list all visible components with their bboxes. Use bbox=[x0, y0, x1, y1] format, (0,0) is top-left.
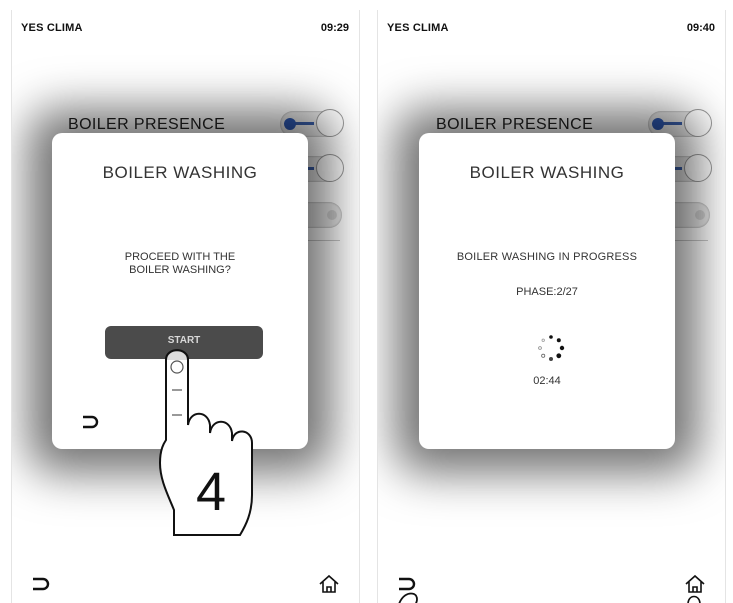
boiler-washing-progress-dialog: BOILER WASHING BOILER WASHING IN PROGRES… bbox=[419, 133, 675, 449]
right-screen: YES CLIMA 09:40 BOILER PRESENCE BOILER W… bbox=[377, 10, 726, 603]
left-screen: YES CLIMA 09:29 BOILER PRESENCE BOILER W… bbox=[11, 10, 360, 603]
pointing-hand-icon bbox=[687, 595, 701, 603]
boiler-presence-label: BOILER PRESENCE bbox=[436, 116, 594, 133]
pointing-hand-icon: 4 bbox=[158, 349, 253, 536]
step-number: 4 bbox=[196, 462, 226, 522]
loading-spinner-icon bbox=[538, 335, 565, 361]
back-arrow-icon[interactable] bbox=[396, 575, 418, 593]
dialog-title: BOILER WASHING bbox=[469, 163, 625, 182]
washing-status-text: BOILER WASHING IN PROGRESS bbox=[456, 251, 638, 263]
phase-indicator: PHASE:2/27 bbox=[516, 286, 578, 298]
clock: 09:40 bbox=[686, 22, 715, 34]
clock: 09:29 bbox=[320, 22, 349, 34]
back-arrow-icon[interactable] bbox=[80, 413, 100, 429]
dialog-title: BOILER WASHING bbox=[102, 163, 258, 182]
home-icon[interactable] bbox=[318, 573, 340, 595]
brand-label: YES CLIMA bbox=[21, 22, 83, 34]
back-arrow-icon[interactable] bbox=[30, 575, 52, 593]
remaining-time: 02:44 bbox=[533, 375, 561, 387]
brand-label: YES CLIMA bbox=[387, 22, 449, 34]
dialog-question: PROCEED WITH THE BOILER WASHING? bbox=[124, 251, 236, 276]
boiler-presence-label: BOILER PRESENCE bbox=[68, 116, 226, 133]
